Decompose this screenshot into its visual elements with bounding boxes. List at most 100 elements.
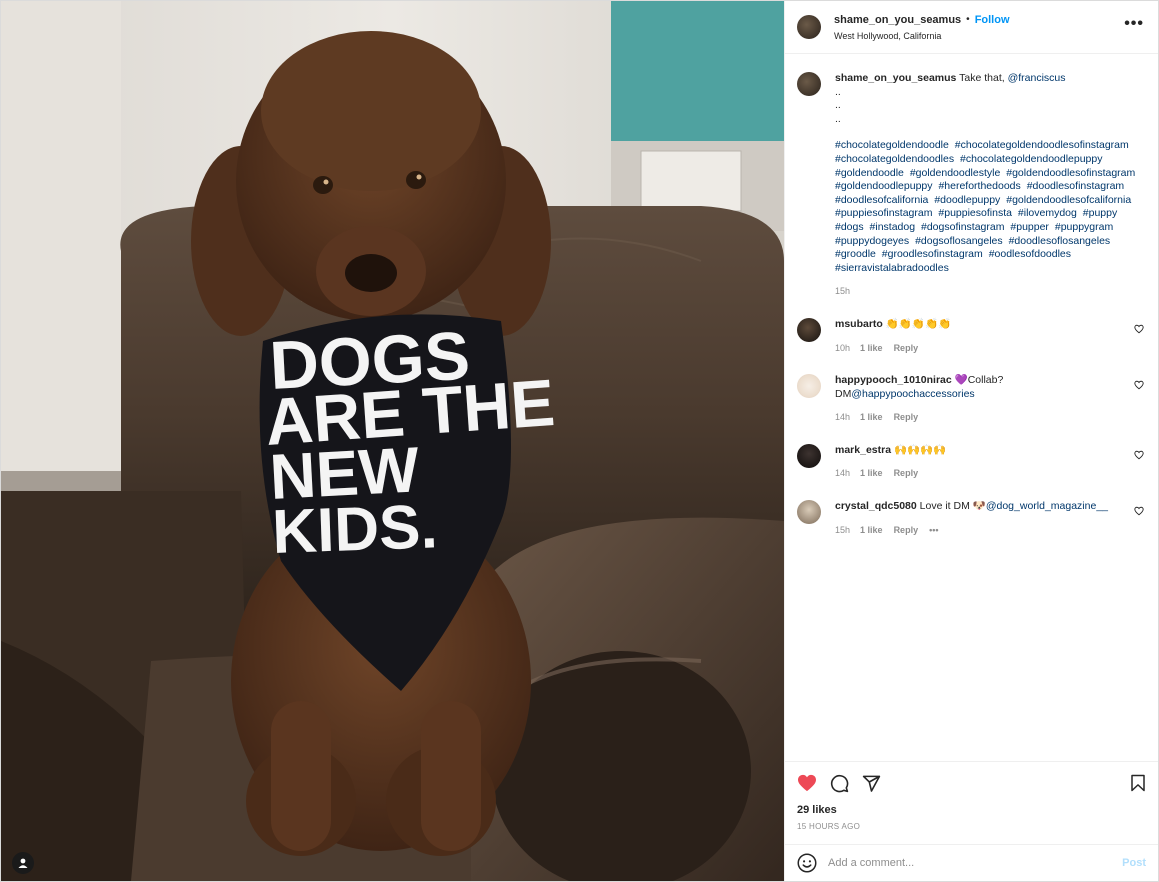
commenter-avatar[interactable] xyxy=(797,374,821,399)
author-avatar[interactable] xyxy=(797,15,821,39)
tagged-users-button[interactable] xyxy=(12,852,34,874)
commenter-avatar[interactable] xyxy=(797,317,821,342)
bookmark-icon xyxy=(1131,774,1145,792)
caption-dots-3: .. xyxy=(835,112,841,125)
action-bar xyxy=(785,761,1158,804)
dog-photo-illustration: DOGS ARE THE NEW KIDS. xyxy=(1,1,784,881)
comment-likes[interactable]: 1 like xyxy=(860,342,883,356)
share-icon xyxy=(862,775,881,792)
commenter-username[interactable]: msubarto xyxy=(835,318,883,330)
hashtag-link[interactable]: #groodlesofinstagram xyxy=(882,248,983,260)
more-options-icon[interactable]: ••• xyxy=(1124,16,1144,32)
hashtag-link[interactable]: #goldendoodlestyle xyxy=(910,167,1001,179)
commenter-username[interactable]: mark_estra xyxy=(835,444,891,456)
reply-button[interactable]: Reply xyxy=(894,467,919,481)
heart-filled-icon xyxy=(798,774,816,792)
caption-dots-2: .. xyxy=(835,99,841,112)
comment-text: 👏👏👏👏👏 xyxy=(885,317,952,330)
save-button[interactable] xyxy=(1130,774,1146,795)
comment-list: msubarto 👏👏👏👏👏 10h 1 like Reply happypooch_1… xyxy=(797,317,1146,538)
share-button[interactable] xyxy=(862,774,881,793)
comment-time: 14h xyxy=(835,468,851,479)
comment-time: 10h xyxy=(835,342,851,353)
heart-outline-icon[interactable] xyxy=(1134,380,1144,390)
caption-avatar[interactable] xyxy=(797,72,821,96)
commenter-avatar[interactable] xyxy=(797,443,821,468)
post-location[interactable]: West Hollywood, California xyxy=(834,31,1010,41)
hashtag-link[interactable]: #doodlesofinstagram xyxy=(1027,180,1124,192)
post-comment-button[interactable]: Post xyxy=(1122,857,1146,869)
comment-text: Love it DM 🐶 xyxy=(919,500,986,513)
hashtag-link[interactable]: #doodlesofcalifornia xyxy=(835,194,928,206)
hashtag-link[interactable]: #chocolategoldendoodles xyxy=(835,153,954,165)
comment-item: mark_estra 🙌🙌🙌🙌 14h 1 like Reply xyxy=(797,443,1146,481)
hashtag-link[interactable]: #puppy xyxy=(1083,207,1117,219)
hashtag-link[interactable]: #pupper xyxy=(1010,221,1049,233)
comment-button[interactable] xyxy=(830,774,849,793)
hashtag-link[interactable]: #dogs xyxy=(835,221,864,233)
separator-dot: • xyxy=(966,14,970,25)
post-photo[interactable]: DOGS ARE THE NEW KIDS. xyxy=(1,1,784,881)
hashtag-link[interactable]: #puppiesofinsta xyxy=(938,207,1012,219)
hashtag-link[interactable]: #ilovemydog xyxy=(1018,207,1077,219)
comments-section: shame_on_you_seamus Take that, @francisc… xyxy=(785,54,1158,761)
comment-time: 15h xyxy=(835,524,851,535)
caption-hashtags: #chocolategoldendoodle #chocolategoldend… xyxy=(835,139,1146,275)
heart-outline-icon[interactable] xyxy=(1134,450,1144,460)
hashtag-link[interactable]: #chocolategoldendoodlepuppy xyxy=(960,153,1102,165)
hashtag-link[interactable]: #dogsoflosangeles xyxy=(915,235,1003,247)
hashtag-link[interactable]: #goldendoodle xyxy=(835,167,904,179)
post-details-panel: shame_on_you_seamus • Follow West Hollyw… xyxy=(784,1,1158,881)
caption-time: 15h xyxy=(835,286,851,297)
caption-username[interactable]: shame_on_you_seamus xyxy=(835,72,956,84)
post-timestamp: 15 HOURS AGO xyxy=(797,822,861,831)
tag-user-icon xyxy=(18,858,28,868)
comment-likes[interactable]: 1 like xyxy=(860,524,883,538)
caption-text: Take that, xyxy=(959,72,1005,84)
comment-item: msubarto 👏👏👏👏👏 10h 1 like Reply xyxy=(797,317,1146,356)
add-comment-bar: Post xyxy=(785,844,1158,881)
bandana-text-line-4: KIDS. xyxy=(271,492,439,567)
hashtag-link[interactable]: #instadog xyxy=(870,221,916,233)
comment-more-icon[interactable]: ••• xyxy=(929,524,938,538)
heart-outline-icon[interactable] xyxy=(1134,324,1144,334)
comment-time: 14h xyxy=(835,412,851,423)
hashtag-link[interactable]: #oodlesofdoodles xyxy=(989,248,1071,260)
comment-likes[interactable]: 1 like xyxy=(860,411,883,425)
likes-count[interactable]: 29 likes xyxy=(785,804,1158,822)
hashtag-link[interactable]: #sierravistalabradoodles xyxy=(835,262,949,274)
caption: shame_on_you_seamus Take that, @francisc… xyxy=(797,72,1146,299)
instagram-post-modal: DOGS ARE THE NEW KIDS. shame_on_you_seam… xyxy=(0,0,1159,882)
hashtag-link[interactable]: #puppiesofinstagram xyxy=(835,207,932,219)
hashtag-link[interactable]: #groodle xyxy=(835,248,876,260)
caption-mention[interactable]: @franciscus xyxy=(1008,72,1066,84)
comment-item: happypooch_1010nirac 💜Collab? DM@happypo… xyxy=(797,374,1146,425)
hashtag-link[interactable]: #hereforthedoods xyxy=(938,180,1020,192)
commenter-avatar[interactable] xyxy=(797,500,821,525)
commenter-username[interactable]: crystal_qdc5080 xyxy=(835,500,917,512)
heart-outline-icon[interactable] xyxy=(1134,506,1144,516)
author-username[interactable]: shame_on_you_seamus xyxy=(834,14,961,26)
follow-button[interactable]: Follow xyxy=(975,14,1010,26)
hashtag-link[interactable]: #doodlepuppy xyxy=(934,194,1000,206)
hashtag-link[interactable]: #chocolategoldendoodlesofinstagram xyxy=(955,139,1129,151)
comment-input[interactable] xyxy=(828,857,1098,869)
comment-mention[interactable]: @happypoochaccessories xyxy=(851,388,974,400)
emoji-icon[interactable] xyxy=(797,853,817,873)
hashtag-link[interactable]: #chocolategoldendoodle xyxy=(835,139,949,151)
like-button[interactable] xyxy=(797,774,817,792)
comment-likes[interactable]: 1 like xyxy=(860,467,883,481)
reply-button[interactable]: Reply xyxy=(894,411,919,425)
hashtag-link[interactable]: #puppygram xyxy=(1055,221,1113,233)
hashtag-link[interactable]: #dogsofinstagram xyxy=(921,221,1004,233)
reply-button[interactable]: Reply xyxy=(894,342,919,356)
hashtag-link[interactable]: #goldendoodlesofinstagram xyxy=(1006,167,1135,179)
hashtag-link[interactable]: #puppydogeyes xyxy=(835,235,909,247)
comment-mention[interactable]: @dog_world_magazine__ xyxy=(986,500,1108,512)
comment-icon xyxy=(830,774,849,792)
hashtag-link[interactable]: #goldendoodlesofcalifornia xyxy=(1006,194,1131,206)
reply-button[interactable]: Reply xyxy=(894,524,919,538)
hashtag-link[interactable]: #doodlesoflosangeles xyxy=(1009,235,1111,247)
commenter-username[interactable]: happypooch_1010nirac xyxy=(835,374,952,386)
hashtag-link[interactable]: #goldendoodlepuppy xyxy=(835,180,933,192)
